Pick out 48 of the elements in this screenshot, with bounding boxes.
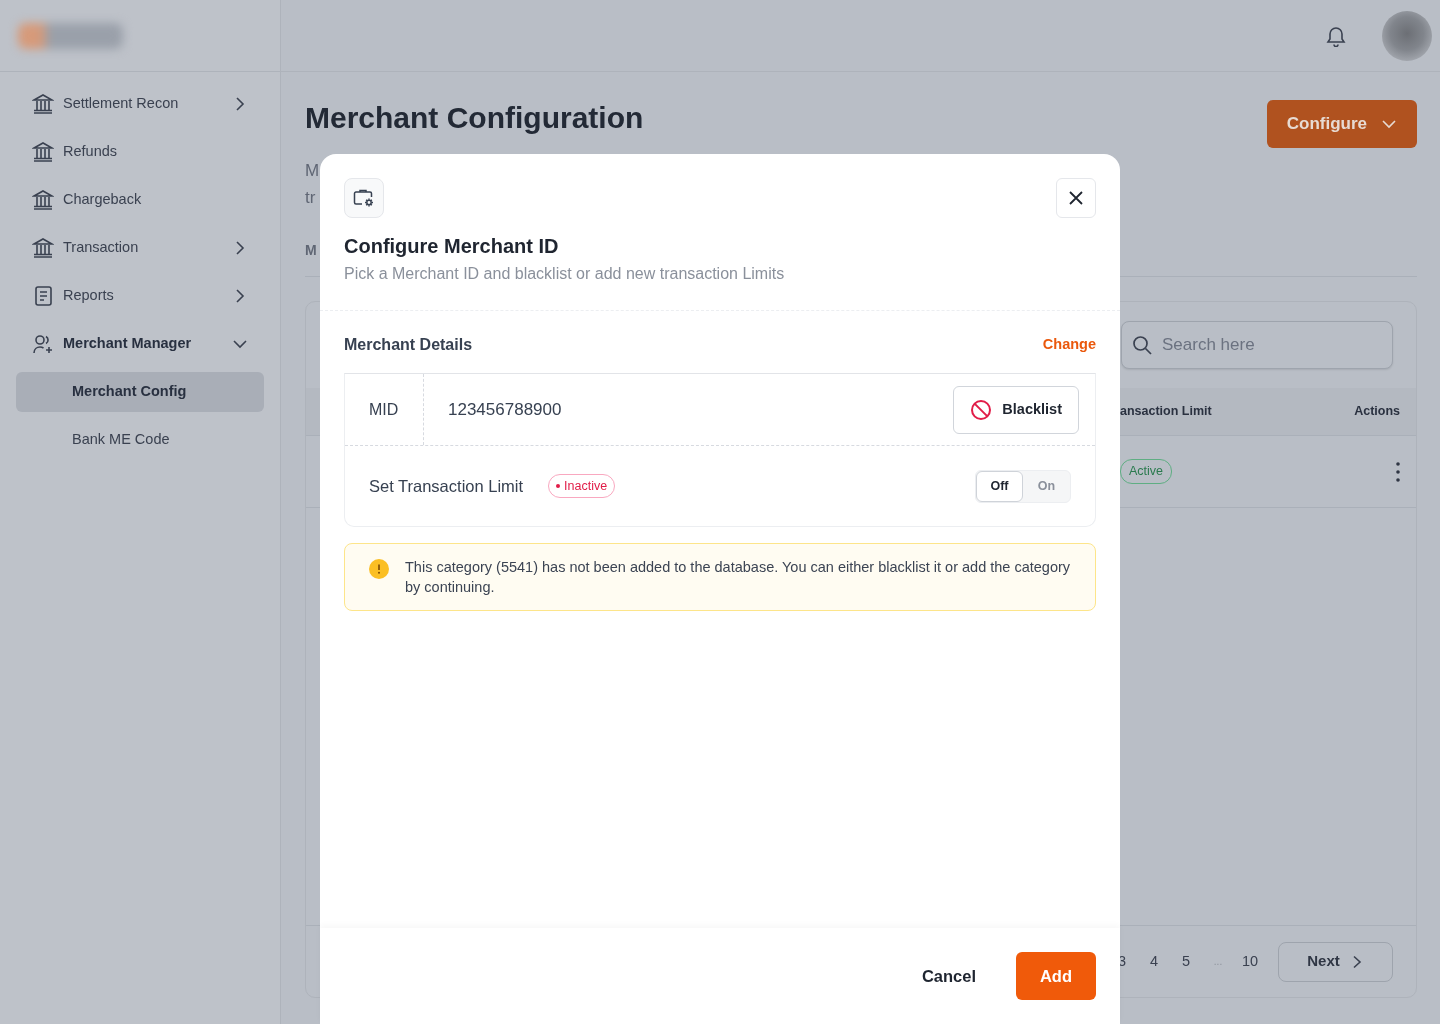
close-icon — [1068, 190, 1084, 206]
prohibited-icon — [970, 398, 993, 421]
user-add-icon — [32, 333, 54, 355]
description-text: M — [305, 160, 320, 182]
page-link[interactable]: 10 — [1234, 950, 1266, 973]
modal-title: Configure Merchant ID — [344, 234, 560, 258]
modal-subtitle: Pick a Merchant ID and blacklist or add new transaction Limits — [344, 264, 786, 284]
page-link[interactable]: 5 — [1170, 950, 1202, 973]
alert-text: This category (5541) has not been added to the database. You can either blacklist it or add the category by continuing. — [405, 558, 1071, 597]
toggle-option[interactable]: On — [1023, 470, 1070, 502]
sidebar-item[interactable]: Chargeback — [16, 180, 264, 220]
bell-icon[interactable] — [1326, 24, 1346, 47]
document-icon — [32, 285, 54, 307]
blacklist-button[interactable]: Blacklist — [953, 385, 1079, 434]
tab[interactable]: M — [305, 240, 317, 261]
briefcase-gear-icon — [344, 178, 384, 218]
sidebar-item[interactable]: Refunds — [16, 132, 264, 172]
limit-label: Set Transaction Limit — [369, 475, 524, 497]
bank-icon — [32, 93, 54, 115]
sidebar-item[interactable]: Reports — [16, 276, 264, 316]
bank-icon — [32, 141, 54, 163]
page-title: Merchant Configuration — [305, 100, 644, 136]
more-vertical-icon[interactable] — [1396, 461, 1400, 482]
search-field[interactable]: Search here — [1121, 321, 1393, 369]
section-title: Merchant Details — [344, 335, 473, 355]
bank-icon — [32, 237, 54, 259]
description-text: tr — [305, 187, 316, 209]
sidebar-subitem[interactable]: Bank ME Code — [16, 420, 264, 460]
mid-value: 123456788900 — [447, 398, 563, 421]
change-link[interactable]: Change — [1042, 334, 1096, 356]
next-button[interactable]: Next — [1278, 941, 1393, 982]
close-button[interactable] — [1056, 178, 1096, 218]
search-icon — [1132, 335, 1152, 355]
warning-icon — [369, 559, 389, 579]
sidebar-subitem[interactable]: Merchant Config — [16, 372, 264, 412]
mid-label: MID — [345, 374, 424, 445]
avatar[interactable] — [1382, 10, 1432, 61]
configure-button[interactable]: Configure — [1266, 100, 1417, 148]
bank-icon — [32, 189, 54, 211]
column-header: ansaction Limit — [1120, 403, 1212, 421]
page-link[interactable]: 4 — [1138, 950, 1170, 973]
sidebar-item[interactable]: Settlement Recon — [16, 84, 264, 124]
cancel-button[interactable]: Cancel — [909, 963, 988, 989]
toggle-option[interactable]: Off — [976, 470, 1023, 502]
sidebar-item[interactable]: Merchant Manager — [16, 324, 264, 364]
sidebar-item[interactable]: Transaction — [16, 228, 264, 268]
column-header: Actions — [1354, 403, 1400, 421]
add-button[interactable]: Add — [1016, 952, 1096, 1000]
